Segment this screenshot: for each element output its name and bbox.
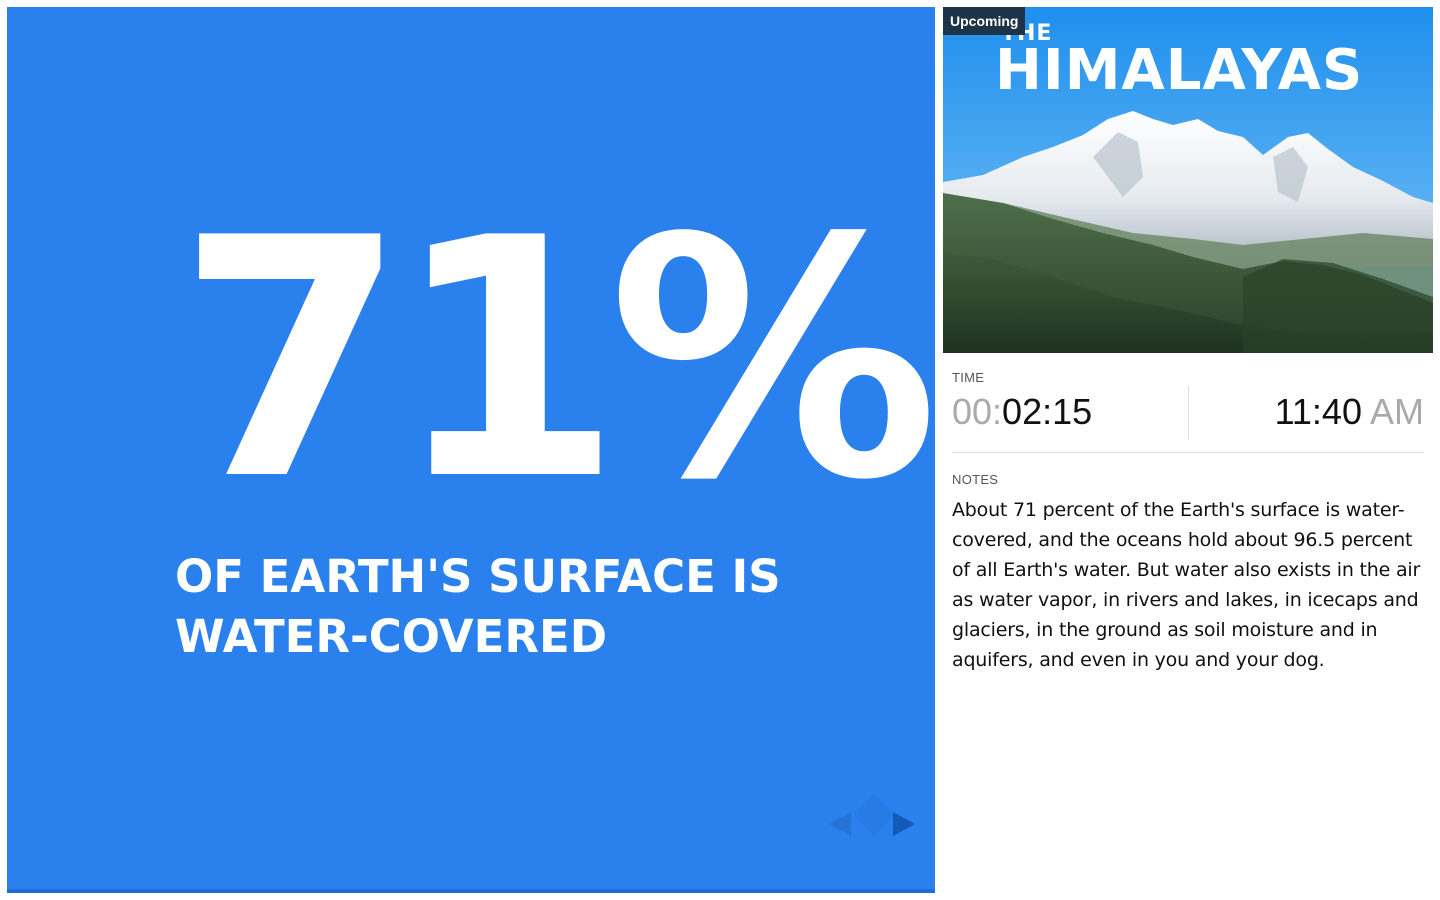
nav-diamond-icon — [852, 793, 896, 837]
upcoming-badge: Upcoming — [943, 7, 1026, 35]
clock-time: 11:40 — [1274, 391, 1362, 432]
upcoming-slide-preview[interactable]: Upcoming THE HIMALAYAS — [943, 7, 1433, 353]
slide-caption: OF EARTH'S SURFACE IS WATER-COVERED — [175, 550, 781, 663]
presenter-view: 71% OF EARTH'S SURFACE IS WATER-COVERED — [0, 0, 1440, 900]
elapsed-minutes-seconds: 02:15 — [1002, 391, 1093, 432]
time-label: TIME — [952, 370, 985, 385]
slide-stat: 71% — [177, 168, 935, 552]
clock: 11:40 AM — [1275, 392, 1424, 432]
slide-navigation — [825, 793, 925, 862]
upcoming-title: HIMALAYAS — [995, 38, 1364, 103]
clock-meridiem: AM — [1370, 391, 1424, 432]
elapsed-hours: 00: — [952, 391, 1003, 432]
notes-panel: NOTES About 71 percent of the Earth's su… — [952, 472, 1426, 675]
elapsed-timer[interactable]: 00:02:15 — [952, 392, 1092, 432]
triangle-left-icon[interactable] — [829, 812, 851, 836]
time-panel: TIME 00:02:15 11:40 AM — [952, 370, 1424, 453]
notes-label: NOTES — [952, 472, 999, 487]
speaker-notes: About 71 percent of the Earth's surface … — [952, 499, 1421, 671]
current-slide[interactable]: 71% OF EARTH'S SURFACE IS WATER-COVERED — [7, 7, 935, 893]
triangle-right-icon[interactable] — [893, 812, 915, 836]
time-divider — [1188, 386, 1189, 440]
